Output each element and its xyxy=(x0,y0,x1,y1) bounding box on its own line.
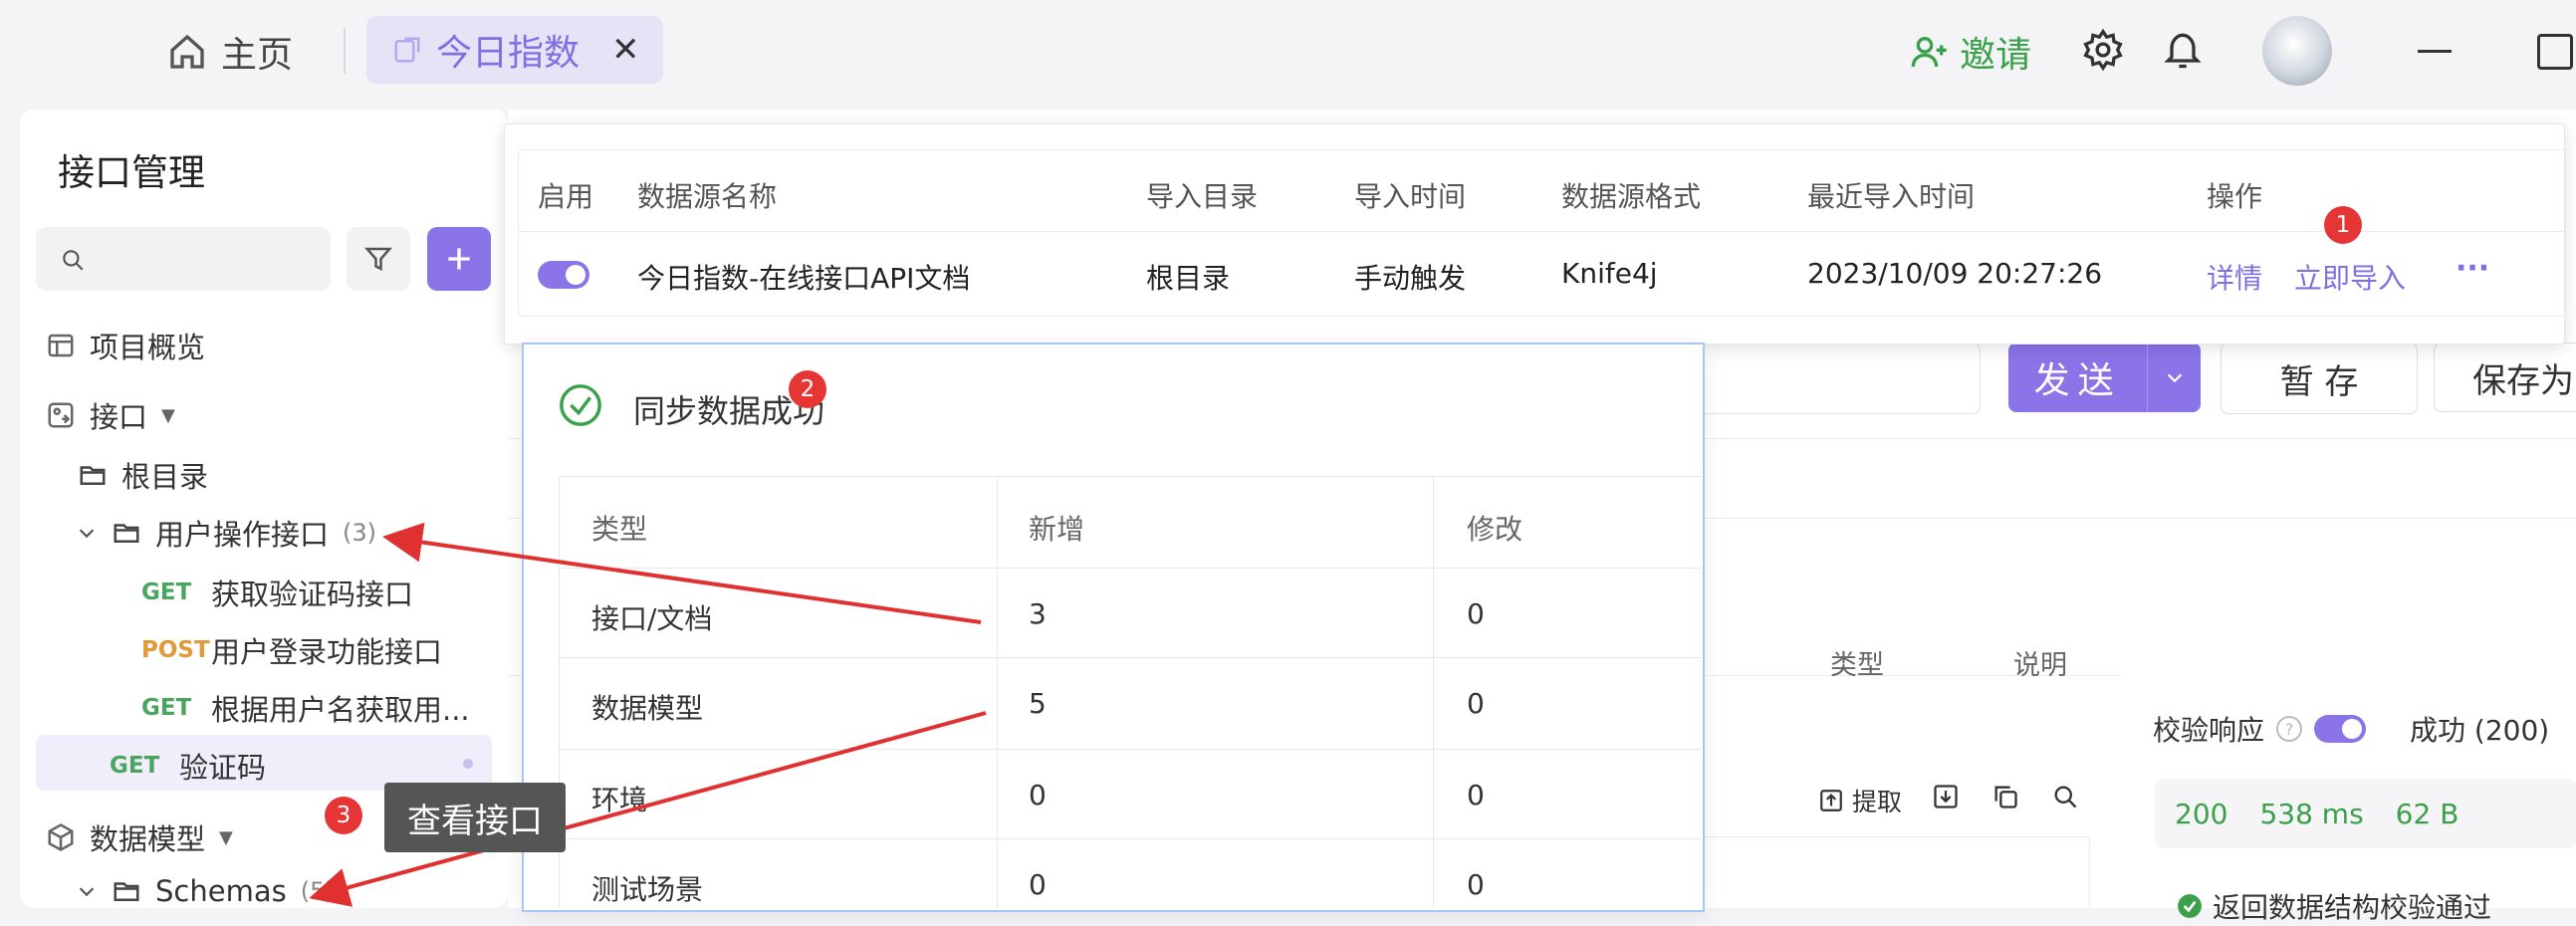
step-badge-2: 2 xyxy=(789,370,826,408)
arrow-to-api-folder xyxy=(382,522,982,624)
annotation-arrows xyxy=(309,522,987,907)
step-badge-3: 3 xyxy=(325,797,362,834)
tooltip: 查看接口 xyxy=(384,783,566,852)
step-badge-1: 1 xyxy=(2324,206,2362,244)
